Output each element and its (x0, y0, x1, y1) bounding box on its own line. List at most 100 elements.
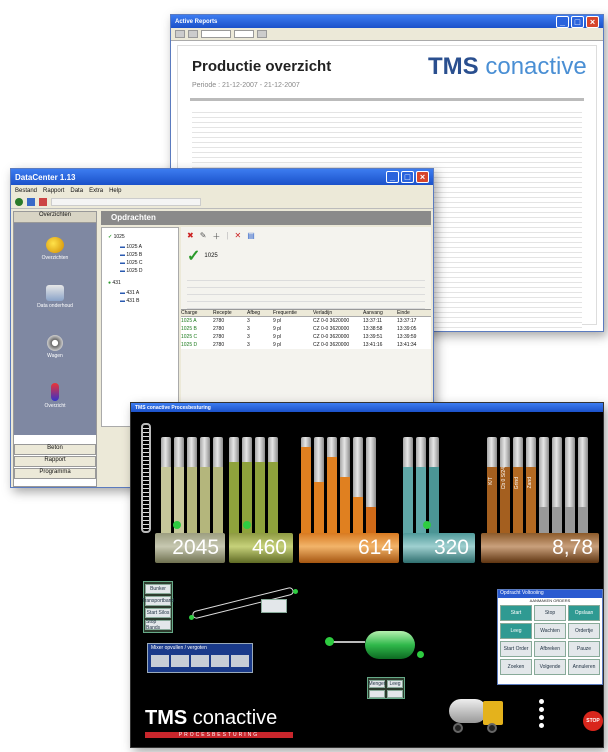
toolbar-button[interactable] (234, 30, 254, 38)
order-button[interactable]: Start (500, 605, 532, 621)
silo[interactable] (353, 437, 363, 537)
menu-item[interactable]: Bestand (15, 188, 37, 194)
order-button[interactable]: Volgende (534, 659, 566, 675)
mixer-button[interactable] (387, 690, 403, 698)
order-button[interactable]: Wachten (534, 623, 566, 639)
table-row[interactable]: 1025 C 2780 3 9 pl CZ 0-0 3620000 13:39:51 13:… (181, 333, 431, 341)
mixer-truck-icon[interactable] (449, 695, 503, 735)
tree-node[interactable]: ✓ 1025 (108, 234, 125, 240)
silo[interactable] (366, 437, 376, 537)
menu-item[interactable]: Rapport (43, 188, 64, 194)
silo[interactable] (213, 437, 223, 537)
column-header[interactable]: Aanvang (363, 310, 397, 316)
order-button[interactable]: Zoeken (500, 659, 532, 675)
delete-icon[interactable]: ✖ (187, 231, 194, 242)
sidebar-item-overzichten[interactable]: Overzichten (14, 237, 96, 261)
close-icon[interactable]: × (416, 171, 429, 183)
order-button[interactable]: Opslaan (568, 605, 600, 621)
transportband-button[interactable]: Transportband (142, 596, 174, 606)
menu-item[interactable]: Help (109, 188, 121, 194)
silo[interactable] (327, 437, 337, 537)
maximize-icon[interactable]: □ (571, 15, 584, 28)
minimize-icon[interactable]: _ (386, 171, 399, 183)
sidebar-item-overzicht[interactable]: Overzicht (14, 383, 96, 409)
silo[interactable] (255, 437, 265, 537)
fill-slot[interactable] (171, 655, 189, 667)
sidebar-item-data[interactable]: Data onderhoud (14, 285, 96, 309)
silo[interactable] (565, 437, 575, 537)
sidebar-nav-rapport[interactable]: Rapport (14, 456, 96, 467)
sidebar-nav-programma[interactable]: Programma (14, 468, 96, 479)
valve-icon[interactable] (173, 521, 181, 529)
edit-icon[interactable]: ✎ (200, 231, 207, 242)
silo[interactable] (301, 437, 311, 537)
order-button[interactable]: Pauze (568, 641, 600, 657)
order-button[interactable]: Stop (534, 605, 566, 621)
column-header[interactable]: Afbeg (247, 310, 273, 316)
conveyor-node[interactable] (189, 615, 194, 620)
fill-slot[interactable] (151, 655, 169, 667)
silo[interactable] (187, 437, 197, 537)
order-button[interactable]: Afbreken (534, 641, 566, 657)
silo[interactable] (314, 437, 324, 537)
menu-item[interactable]: Data (70, 188, 83, 194)
report-icon[interactable]: ▤ (247, 231, 255, 242)
toolbar-button[interactable] (188, 30, 198, 38)
valve-icon[interactable] (423, 521, 431, 529)
order-button[interactable]: Annuleren (568, 659, 600, 675)
close-icon[interactable]: ✕ (234, 231, 241, 242)
start-silos-button[interactable]: Start Silos (145, 608, 171, 618)
silo[interactable] (539, 437, 549, 537)
minimize-icon[interactable]: _ (556, 15, 569, 28)
order-button[interactable]: Ordertje (568, 623, 600, 639)
toolbar-button[interactable] (257, 30, 267, 38)
refresh-icon[interactable] (27, 198, 35, 206)
silo[interactable] (268, 437, 278, 537)
table-row[interactable]: 1025 A 2780 3 9 pl CZ 0-0 3620000 13:37:11 13:… (181, 317, 431, 325)
bunker-button[interactable]: Bunker (145, 584, 171, 594)
fill-slot[interactable] (191, 655, 209, 667)
mixer[interactable] (365, 631, 415, 659)
mixer-valve-icon[interactable] (325, 637, 334, 646)
fill-slot[interactable] (211, 655, 229, 667)
valve-icon[interactable] (243, 521, 251, 529)
silo[interactable] (161, 437, 171, 537)
column-header[interactable]: Charge (181, 310, 213, 316)
sidebar-nav-beton[interactable]: Beton (14, 444, 96, 455)
silo[interactable] (487, 437, 497, 537)
column-header[interactable]: Frequentie (273, 310, 313, 316)
sidebar-item-wagen[interactable]: Wagen (14, 335, 96, 359)
close-icon[interactable]: × (586, 15, 599, 28)
silo[interactable] (578, 437, 588, 537)
silo[interactable] (200, 437, 210, 537)
menu-item[interactable]: Extra (89, 188, 103, 194)
maximize-icon[interactable]: □ (401, 171, 414, 183)
tree-node[interactable]: ▬ 431 B (120, 298, 139, 304)
silo[interactable] (229, 437, 239, 537)
toolbar-field[interactable] (51, 198, 201, 206)
order-button[interactable]: Leeg (500, 623, 532, 639)
print-icon[interactable] (39, 198, 47, 206)
column-header[interactable]: Einde (397, 310, 431, 316)
conveyor-node[interactable] (293, 589, 298, 594)
stop-bands-button[interactable]: Stop Bands (145, 619, 171, 631)
silo[interactable] (552, 437, 562, 537)
column-header[interactable]: Recepte (213, 310, 247, 316)
silo[interactable] (340, 437, 350, 537)
tree-node[interactable]: ▬ 1025 A (120, 244, 142, 250)
add-icon[interactable]: ＋ (212, 231, 220, 242)
mixer-empty-button[interactable]: Leeg (387, 680, 403, 688)
stop-button[interactable]: STOP (583, 711, 603, 731)
nav-icon[interactable] (15, 198, 23, 206)
table-row[interactable]: 1025 B 2780 3 9 pl CZ 0-0 3620000 13:38:58 13:… (181, 325, 431, 333)
mixer-button[interactable] (369, 690, 385, 698)
fill-slot[interactable] (231, 655, 249, 667)
silo[interactable] (403, 437, 413, 537)
order-button[interactable]: Start Order (500, 641, 532, 657)
tree-node[interactable]: ● 431 (108, 280, 121, 286)
column-header[interactable]: Verladijn (313, 310, 363, 316)
tree-node[interactable]: ▬ 1025 C (120, 260, 143, 266)
table-row[interactable]: 1025 D 2780 3 9 pl CZ 0-0 3620000 13:41:16 13:… (181, 341, 431, 349)
tree-node[interactable]: ▬ 1025 D (120, 268, 143, 274)
mixer-button[interactable]: Menger (369, 680, 385, 688)
